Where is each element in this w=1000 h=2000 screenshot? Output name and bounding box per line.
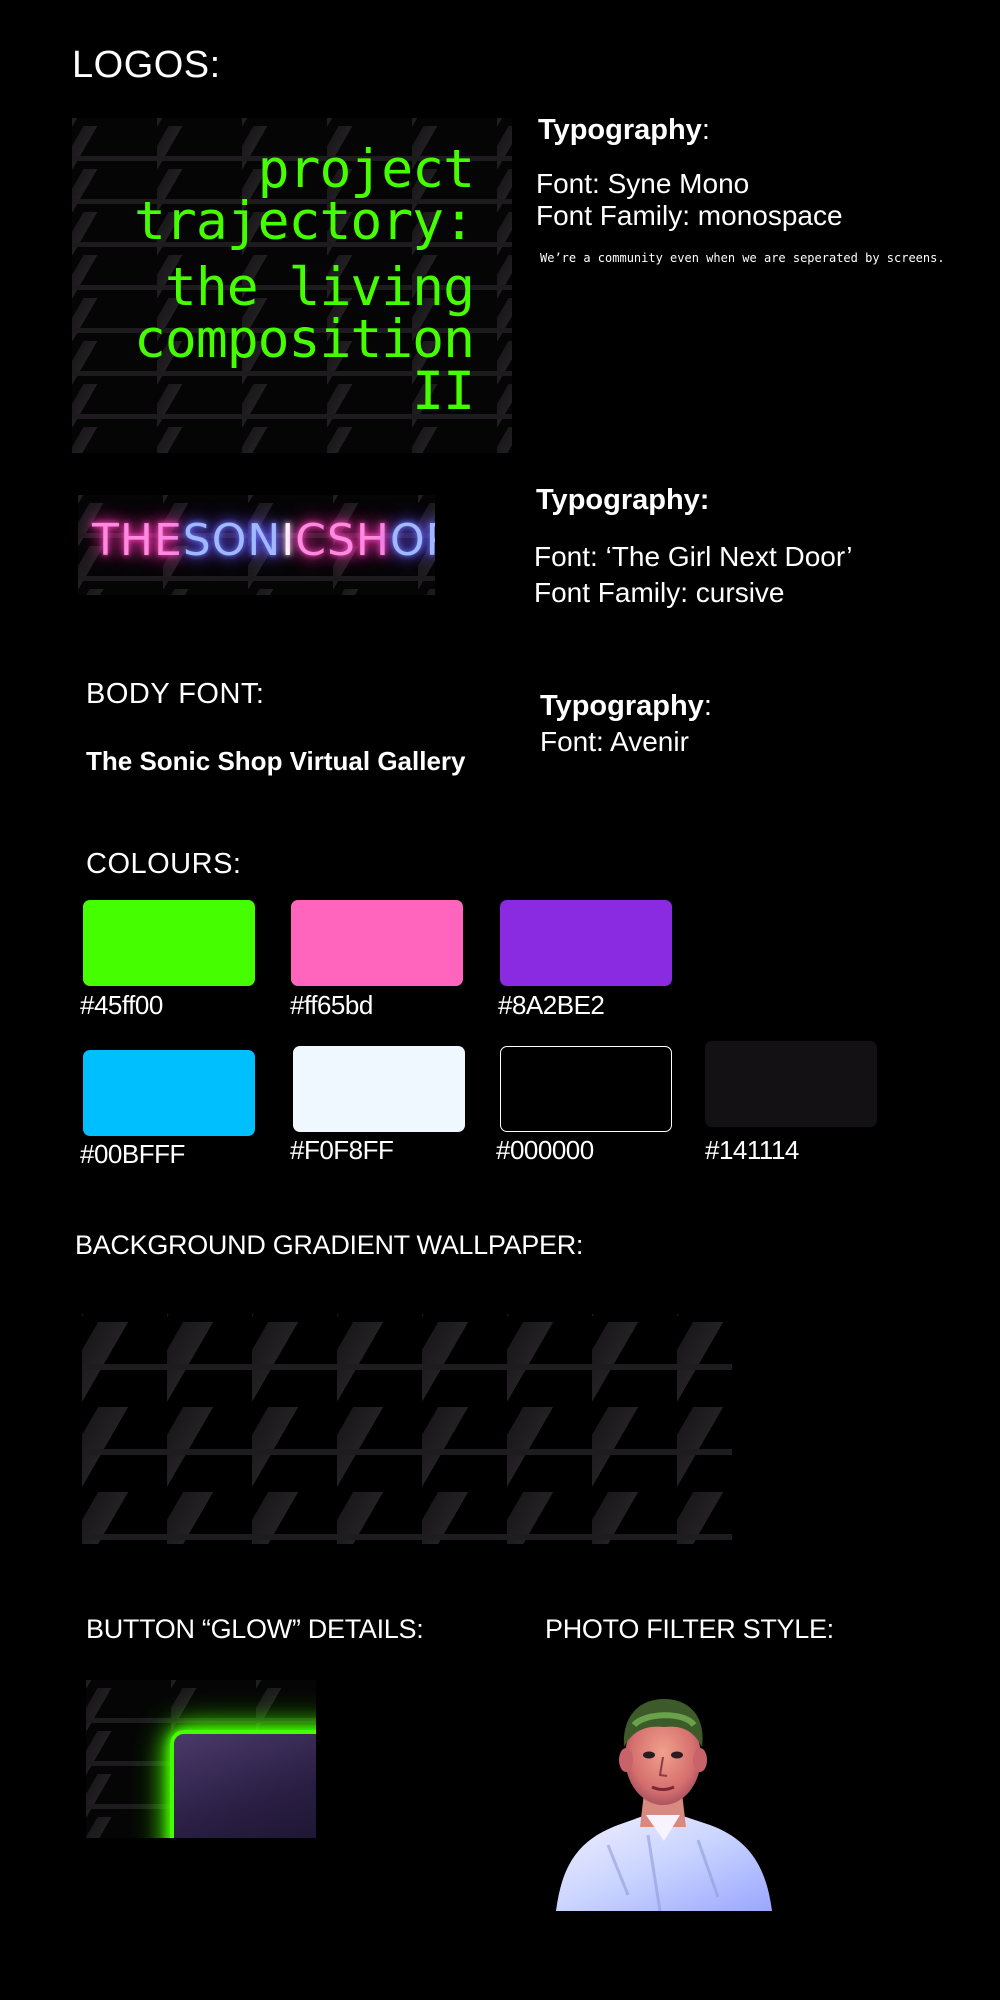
neon-part: I (281, 515, 296, 566)
glow-heading: BUTTON “GLOW” DETAILS: (86, 1614, 424, 1644)
logo1-line: II (412, 361, 475, 422)
typography-font: Font: ‘The Girl Next Door’ (534, 541, 853, 572)
colour-swatch (705, 1041, 877, 1127)
typography-title: Typography: (540, 690, 712, 723)
neon-part: SON (182, 515, 282, 566)
monospace-sample-text: We’re a community even when we are seper… (540, 251, 945, 265)
glow-button-sample (170, 1730, 316, 1838)
neon-part: OP (389, 515, 435, 566)
body-font-sample: The Sonic Shop Virtual Gallery (86, 746, 466, 776)
project-trajectory-logo: project trajectory: the living compositi… (72, 118, 512, 453)
colour-swatch-label: #00BFFF (80, 1139, 185, 1169)
typography-family: Font Family: cursive (534, 577, 785, 608)
sonic-shop-neon-text: THESONICSHOP (92, 515, 435, 566)
colour-swatch (83, 900, 255, 986)
neon-part: THE (92, 515, 183, 566)
logo1-line: project (257, 139, 475, 200)
colour-swatch (83, 1050, 255, 1136)
neon-part: C (295, 515, 327, 566)
colour-swatch-label: #F0F8FF (290, 1135, 394, 1165)
typography-font: Font: Syne Mono (536, 168, 750, 199)
filtered-portrait-photo (556, 1699, 772, 1911)
colour-swatch (500, 1046, 672, 1132)
logos-heading: LOGOS: (72, 44, 221, 86)
colour-swatch-label: #ff65bd (290, 990, 373, 1020)
glow-sample (86, 1680, 316, 1838)
typography-title-word: Typography (538, 114, 702, 146)
neon-part: SH (326, 515, 390, 566)
wallpaper-heading: BACKGROUND GRADIENT WALLPAPER: (75, 1230, 584, 1260)
colour-swatch-label: #000000 (496, 1135, 594, 1165)
logo1-line: trajectory: (134, 191, 475, 252)
colours-heading: COLOURS: (86, 848, 242, 880)
typography-family: Font Family: monospace (536, 200, 843, 231)
photo-heading: PHOTO FILTER STYLE: (545, 1614, 834, 1644)
typography-title: Typography: (538, 114, 710, 147)
colour-swatch (500, 900, 672, 986)
typography-title-word: Typography (540, 690, 704, 722)
body-font-heading: BODY FONT: (86, 678, 265, 710)
colour-swatch-label: #141114 (705, 1135, 799, 1165)
typography-title: Typography: (536, 484, 710, 516)
typography-title-colon: : (703, 690, 712, 722)
colour-swatch-label: #45ff00 (80, 990, 163, 1020)
sonic-shop-logo: THESONICSHOP (78, 495, 435, 595)
logo1-line: composition (134, 309, 475, 370)
wallpaper-sample (82, 1314, 732, 1544)
logo1-text: project trajectory: the living compositi… (134, 139, 475, 422)
typography-title-colon: : (701, 114, 710, 146)
logo1-line: the living (164, 257, 475, 318)
typography-font: Font: Avenir (540, 726, 689, 757)
colour-swatch-label: #8A2BE2 (498, 990, 605, 1020)
colour-swatch (293, 1046, 465, 1132)
colour-swatch (291, 900, 463, 986)
